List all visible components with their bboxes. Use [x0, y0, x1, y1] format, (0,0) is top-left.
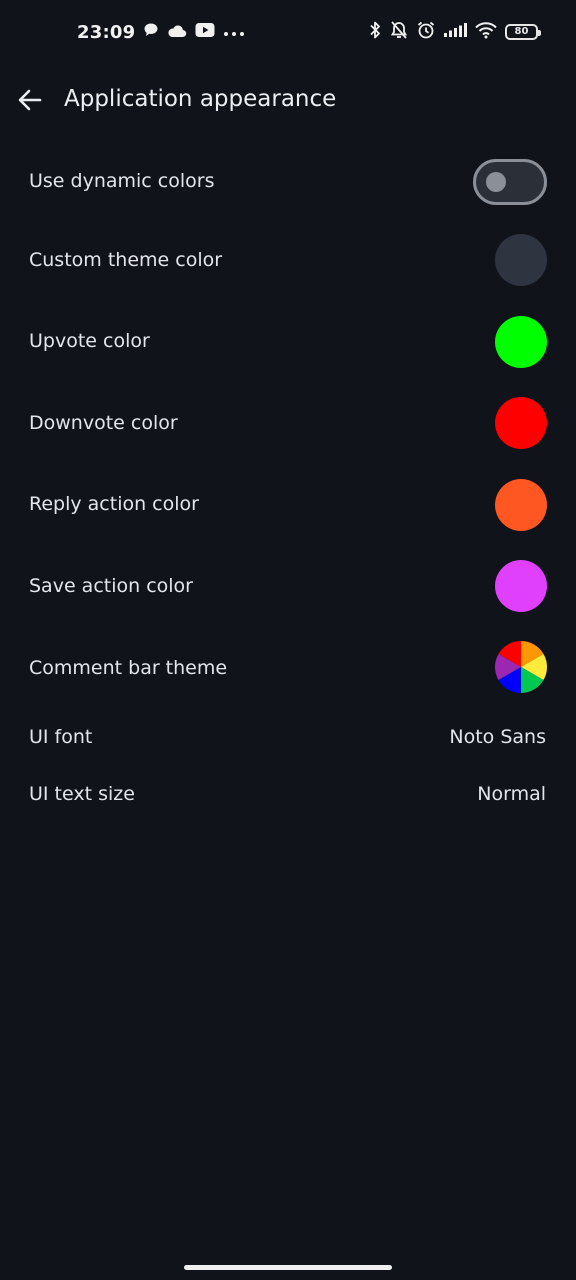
battery-icon: 80 [505, 24, 541, 40]
setting-label: Reply action color [29, 493, 199, 515]
bell-off-icon [389, 20, 409, 44]
custom-theme-color-swatch[interactable] [495, 234, 547, 286]
setting-save-action-color[interactable]: Save action color [0, 547, 576, 627]
setting-ui-text-size[interactable]: UI text size Normal [0, 768, 576, 822]
setting-label: Comment bar theme [29, 657, 228, 679]
setting-dynamic-colors[interactable]: Use dynamic colors [0, 142, 576, 222]
setting-label: Downvote color [29, 412, 178, 434]
setting-reply-action-color[interactable]: Reply action color [0, 465, 576, 545]
chat-bubble-icon [143, 22, 159, 42]
toggle-knob [486, 172, 506, 192]
downvote-color-swatch[interactable] [495, 397, 547, 449]
setting-label: Save action color [29, 575, 193, 597]
setting-custom-theme-color[interactable]: Custom theme color [0, 222, 576, 300]
back-button[interactable] [12, 82, 48, 118]
page-title: Application appearance [64, 86, 337, 112]
arrow-back-icon [18, 89, 42, 111]
setting-comment-bar-theme[interactable]: Comment bar theme [0, 628, 576, 708]
setting-label: Use dynamic colors [29, 170, 215, 192]
gesture-navigation-bar[interactable] [184, 1265, 392, 1270]
setting-label: UI font [29, 726, 93, 748]
setting-downvote-color[interactable]: Downvote color [0, 384, 576, 464]
ui-font-value: Noto Sans [449, 726, 546, 748]
comment-bar-theme-swatch[interactable] [495, 641, 547, 693]
ui-text-size-value: Normal [477, 783, 546, 805]
wifi-icon [474, 21, 498, 43]
status-time: 23:09 [77, 21, 136, 43]
app-bar: Application appearance [0, 70, 576, 130]
dynamic-colors-toggle[interactable] [473, 159, 547, 205]
signal-icon [443, 22, 467, 42]
setting-ui-font[interactable]: UI font Noto Sans [0, 712, 576, 764]
setting-label: UI text size [29, 783, 135, 805]
cloud-icon [167, 23, 187, 42]
alarm-icon [416, 20, 436, 44]
status-right: 80 [368, 20, 541, 44]
status-left: 23:09 [77, 20, 245, 44]
battery-level: 80 [514, 26, 529, 37]
setting-upvote-color[interactable]: Upvote color [0, 302, 576, 382]
save-action-color-swatch[interactable] [495, 560, 547, 612]
status-bar: 23:09 80 [0, 0, 576, 64]
more-dots-icon [223, 23, 245, 42]
reply-action-color-swatch[interactable] [495, 479, 547, 531]
setting-label: Custom theme color [29, 249, 223, 271]
setting-label: Upvote color [29, 330, 150, 352]
youtube-icon [195, 22, 215, 42]
bluetooth-icon [368, 20, 382, 44]
upvote-color-swatch[interactable] [495, 316, 547, 368]
